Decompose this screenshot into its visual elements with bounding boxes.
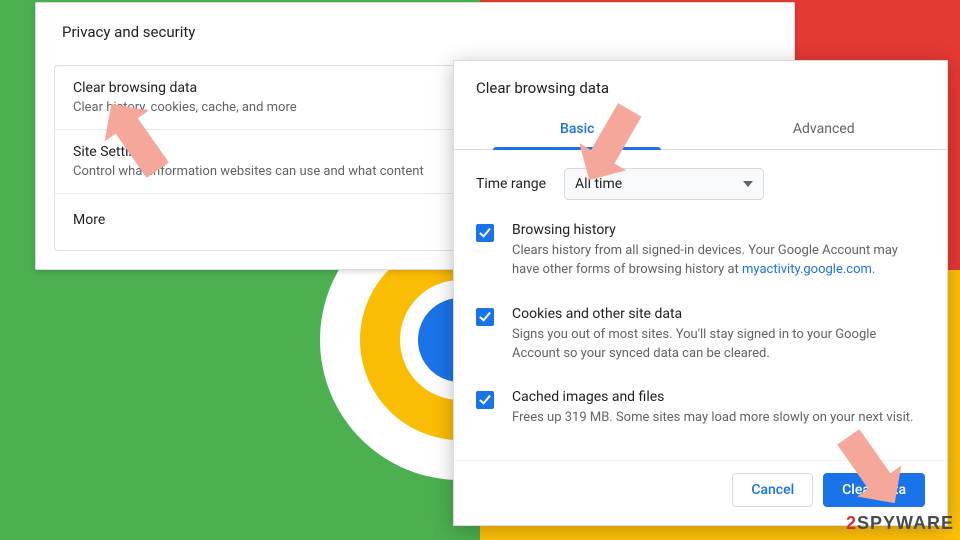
option-desc: Frees up 319 MB. Some sites may load mor… [512, 409, 913, 428]
watermark: 2SPYWARE [846, 513, 954, 534]
myactivity-link[interactable]: myactivity.google.com [742, 262, 872, 277]
option-desc: Signs you out of most sites. You'll stay… [512, 326, 925, 364]
checkbox-cookies[interactable] [476, 308, 494, 326]
clear-data-dialog: Clear browsing data Basic Advanced Time … [453, 60, 948, 526]
cancel-button[interactable]: Cancel [732, 473, 813, 507]
option-desc: Clears history from all signed-in device… [512, 242, 925, 280]
tab-basic[interactable]: Basic [454, 111, 701, 149]
time-range-select[interactable]: All time [564, 168, 764, 200]
checkbox-browsing-history[interactable] [476, 224, 494, 242]
option-title: Cookies and other site data [512, 306, 925, 322]
clear-data-button[interactable]: Clear data [823, 473, 925, 507]
option-browsing-history: Browsing history Clears history from all… [476, 222, 925, 280]
option-cached: Cached images and files Frees up 319 MB.… [476, 389, 925, 428]
chevron-down-icon [743, 181, 753, 187]
dialog-tabs: Basic Advanced [454, 111, 947, 150]
option-title: Cached images and files [512, 389, 913, 405]
time-range-label: Time range [476, 176, 546, 192]
time-range-value: All time [575, 176, 622, 192]
option-title: Browsing history [512, 222, 925, 238]
section-title: Privacy and security [36, 3, 794, 65]
tab-advanced[interactable]: Advanced [701, 111, 948, 149]
checkbox-cached[interactable] [476, 391, 494, 409]
dialog-title: Clear browsing data [454, 61, 947, 111]
option-cookies: Cookies and other site data Signs you ou… [476, 306, 925, 364]
